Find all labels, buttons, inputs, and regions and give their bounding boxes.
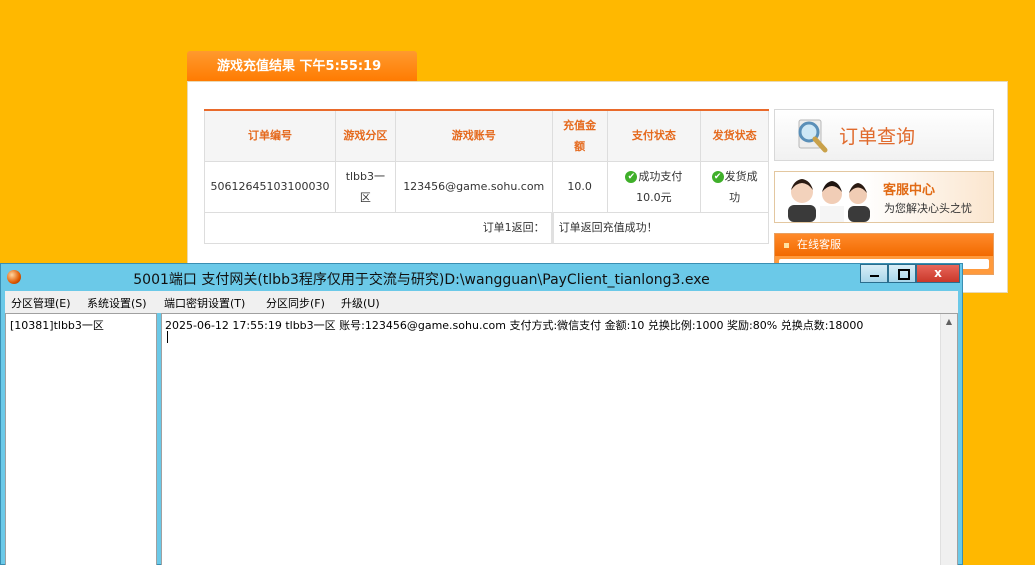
order-table: 订单编号 游戏分区 游戏账号 充值金额 支付状态 发货状态 5061264510…	[204, 109, 770, 244]
return-value: 订单返回充值成功！	[551, 211, 770, 244]
magnifier-icon	[798, 119, 828, 153]
ship-status-cell: ✔ 发货成功	[700, 160, 769, 213]
title-bar[interactable]: 5001端口 支付网关(tlbb3程序仅用于交流与研究)D:\wangguan\…	[1, 264, 962, 291]
menu-port-key-settings[interactable]: 端口密钥设置(T)	[164, 295, 245, 311]
menu-upgrade[interactable]: 升级(U)	[341, 295, 380, 311]
result-panel: 订单编号 游戏分区 游戏账号 充值金额 支付状态 发货状态 5061264510…	[187, 81, 1008, 293]
account-cell: 123456@game.sohu.com	[394, 160, 553, 213]
header-pay-status: 支付状态	[606, 109, 702, 162]
zone-list[interactable]: [10381]tlbb3一区	[5, 313, 157, 565]
header-ship-status: 发货状态	[700, 109, 769, 162]
log-area[interactable]: 2025-06-12 17:55:19 tlbb3一区 账号:123456@ga…	[161, 313, 958, 565]
header-order-id: 订单编号	[204, 109, 336, 162]
pay-status-cell: ✔ 成功支付10.0元	[606, 160, 702, 213]
service-staff-icon	[788, 179, 870, 222]
text-caret	[167, 331, 168, 343]
online-service-label: 在线客服	[775, 234, 993, 256]
scroll-up-icon[interactable]: ▲	[941, 314, 957, 330]
list-item[interactable]: [10381]tlbb3一区	[10, 317, 152, 333]
order-query-label: 订单查询	[839, 126, 916, 148]
header-amount: 充值金额	[551, 109, 608, 162]
amount-cell: 10.0	[551, 160, 608, 213]
log-line: 2025-06-12 17:55:19 tlbb3一区 账号:123456@ga…	[165, 319, 864, 332]
table-row: 50612645103100030 tlbb3一区 123456@game.so…	[204, 160, 769, 213]
check-icon: ✔	[625, 170, 638, 183]
order-query-button[interactable]: 订单查询	[774, 109, 994, 161]
return-label: 订单1返回：	[204, 211, 554, 244]
menu-zone-sync[interactable]: 分区同步(F)	[266, 295, 325, 311]
ship-status-text: 发货成功	[724, 169, 758, 204]
menu-zone-management[interactable]: 分区管理(E)	[11, 295, 71, 311]
service-center-title: 客服中心	[883, 183, 936, 198]
check-icon: ✔	[711, 170, 724, 183]
service-center-subtitle: 为您解决心头之忧	[884, 202, 972, 215]
window-title: 5001端口 支付网关(tlbb3程序仅用于交流与研究)D:\wangguan\…	[133, 272, 710, 288]
menu-system-settings[interactable]: 系统设置(S)	[87, 295, 147, 311]
result-tab[interactable]: 游戏充值结果 下午5:55:19	[187, 51, 417, 82]
customer-service-banner[interactable]: 客服中心 为您解决心头之忧	[774, 171, 994, 223]
table-header-row: 订单编号 游戏分区 游戏账号 充值金额 支付状态 发货状态	[204, 109, 769, 162]
zone-cell: tlbb3一区	[334, 160, 396, 213]
minimize-button[interactable]	[860, 264, 888, 283]
pay-status-text: 成功支付10.0元	[636, 169, 683, 204]
vertical-scrollbar[interactable]: ▲	[940, 314, 957, 565]
maximize-button[interactable]	[888, 264, 916, 283]
order-id-cell: 50612645103100030	[204, 160, 336, 213]
menu-bar: 分区管理(E) 系统设置(S) 端口密钥设置(T) 分区同步(F) 升级(U)	[5, 291, 958, 313]
close-button[interactable]: x	[916, 264, 960, 283]
header-account: 游戏账号	[394, 109, 553, 162]
header-zone: 游戏分区	[334, 109, 396, 162]
pay-gateway-window: 5001端口 支付网关(tlbb3程序仅用于交流与研究)D:\wangguan\…	[0, 263, 963, 565]
return-row: 订单1返回： 订单返回充值成功！	[204, 211, 770, 244]
